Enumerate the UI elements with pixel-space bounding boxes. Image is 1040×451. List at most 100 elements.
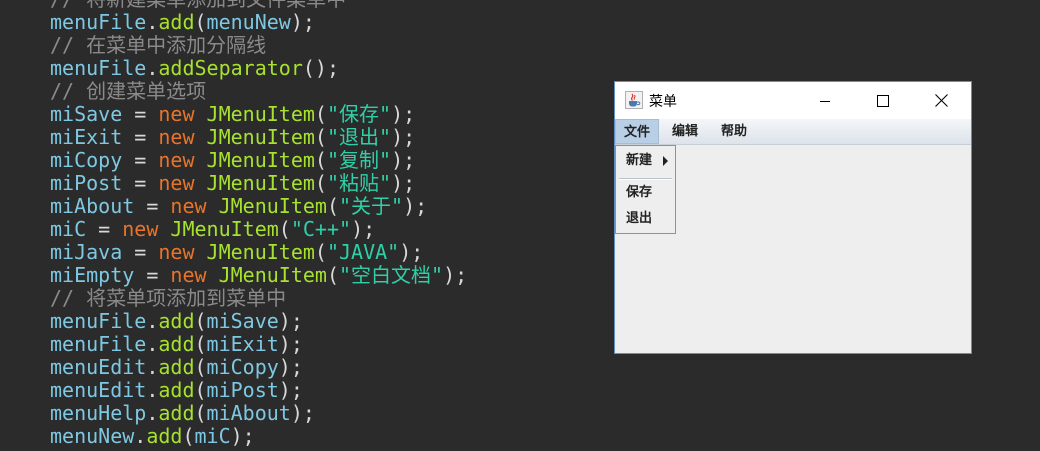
code-token: ();	[302, 56, 339, 80]
java-coffee-icon	[625, 91, 643, 109]
code-token: miEmpty	[50, 263, 135, 287]
code-token: add	[146, 424, 183, 448]
code-token: (	[314, 125, 327, 149]
code-token: );	[278, 309, 303, 333]
code-token: .	[134, 424, 147, 448]
code-line[interactable]: miAbout = new JMenuItem("关于");	[50, 195, 467, 218]
maximize-icon	[877, 94, 889, 107]
maximize-button[interactable]	[860, 82, 906, 119]
menu-file[interactable]: 文件	[615, 119, 660, 144]
code-token: .	[146, 401, 159, 425]
code-line[interactable]: menuNew.add(miC);	[50, 425, 467, 448]
code-token: miPost	[50, 171, 123, 195]
code-line[interactable]: miJava = new JMenuItem("JAVA");	[50, 241, 467, 264]
code-token: new	[122, 217, 159, 241]
title-bar[interactable]: 菜单	[615, 82, 971, 119]
code-line[interactable]: miCopy = new JMenuItem("复制");	[50, 149, 467, 172]
code-token: .	[146, 309, 159, 333]
code-token: (	[194, 378, 207, 402]
code-token: miExit	[206, 332, 279, 356]
code-token: new	[158, 125, 195, 149]
menu-item-save[interactable]: 保存	[626, 183, 652, 203]
code-token: new	[158, 102, 195, 126]
code-line[interactable]: miEmpty = new JMenuItem("空白文档");	[50, 264, 467, 287]
menu-edit[interactable]: 编辑	[664, 119, 706, 144]
code-line[interactable]: menuEdit.add(miPost);	[50, 379, 467, 402]
code-token: (	[194, 355, 207, 379]
code-token: "C++"	[290, 217, 352, 241]
code-line[interactable]: // 在菜单中添加分隔线	[50, 34, 467, 57]
code-token: );	[403, 194, 428, 218]
code-token: );	[391, 125, 416, 149]
code-token: add	[158, 332, 195, 356]
code-line[interactable]: menuFile.addSeparator();	[50, 57, 467, 80]
code-token: menuHelp	[50, 401, 147, 425]
code-token: .	[146, 332, 159, 356]
code-line[interactable]: miPost = new JMenuItem("粘贴");	[50, 172, 467, 195]
minimize-icon	[820, 100, 830, 102]
code-token: .	[146, 10, 159, 34]
code-line[interactable]: miExit = new JMenuItem("退出");	[50, 126, 467, 149]
code-token: JMenuItem	[218, 263, 327, 287]
code-token: miExit	[50, 125, 123, 149]
code-token: (	[194, 401, 207, 425]
code-token: miSave	[50, 102, 123, 126]
code-token: );	[443, 263, 468, 287]
code-token: "退出"	[326, 125, 392, 149]
code-token: );	[391, 148, 416, 172]
menu-separator	[619, 178, 672, 180]
code-token: menuNew	[206, 10, 291, 34]
code-token: JMenuItem	[170, 217, 279, 241]
code-line[interactable]: // 将菜单项添加到菜单中	[50, 287, 467, 310]
submenu-arrow-icon	[663, 156, 668, 166]
swing-window[interactable]: 菜单 文件 编辑 帮助 新建 保存 退出	[614, 81, 972, 354]
code-line[interactable]: miSave = new JMenuItem("保存");	[50, 103, 467, 126]
code-token: new	[170, 263, 207, 287]
code-line[interactable]: menuFile.add(miSave);	[50, 310, 467, 333]
code-token: (	[194, 332, 207, 356]
code-token: new	[170, 194, 207, 218]
code-token: );	[351, 217, 376, 241]
code-line[interactable]: miC = new JMenuItem("C++");	[50, 218, 467, 241]
code-token: =	[122, 240, 159, 264]
code-token: miAbout	[206, 401, 291, 425]
code-token: (	[194, 309, 207, 333]
code-token: miC	[194, 424, 231, 448]
code-token: new	[158, 240, 195, 264]
code-token: );	[391, 171, 416, 195]
close-button[interactable]	[918, 82, 964, 119]
code-token: "空白文档"	[339, 263, 444, 287]
code-token: "保存"	[326, 102, 392, 126]
code-token: menuFile	[50, 309, 147, 333]
menu-item-exit[interactable]: 退出	[626, 209, 652, 229]
code-line[interactable]: menuEdit.add(miCopy);	[50, 356, 467, 379]
code-token: menuEdit	[50, 355, 147, 379]
code-token: .	[146, 56, 159, 80]
code-token: menuFile	[50, 10, 147, 34]
code-area[interactable]: // 将新建菜单添加到文件菜单中menuFile.add(menuNew);//…	[50, 0, 467, 448]
code-token: );	[399, 240, 424, 264]
code-line[interactable]: menuHelp.add(miAbout);	[50, 402, 467, 425]
code-token: JMenuItem	[206, 102, 315, 126]
code-line[interactable]: menuFile.add(menuNew);	[50, 11, 467, 34]
menu-bar: 文件 编辑 帮助	[615, 119, 971, 145]
code-token: JMenuItem	[206, 148, 315, 172]
menu-item-new[interactable]: 新建	[626, 151, 652, 171]
code-token: =	[122, 148, 159, 172]
code-token: =	[86, 217, 123, 241]
code-token: (	[314, 148, 327, 172]
code-token: =	[122, 102, 159, 126]
code-line[interactable]: menuFile.add(miExit);	[50, 333, 467, 356]
code-line[interactable]: // 创建菜单选项	[50, 80, 467, 103]
menu-help[interactable]: 帮助	[713, 119, 755, 144]
minimize-button[interactable]	[802, 82, 848, 119]
window-title: 菜单	[649, 94, 677, 110]
code-token: add	[158, 10, 195, 34]
code-token: (	[326, 263, 340, 287]
code-token: addSeparator	[158, 56, 303, 80]
code-token: // 创建菜单选项	[50, 79, 207, 103]
